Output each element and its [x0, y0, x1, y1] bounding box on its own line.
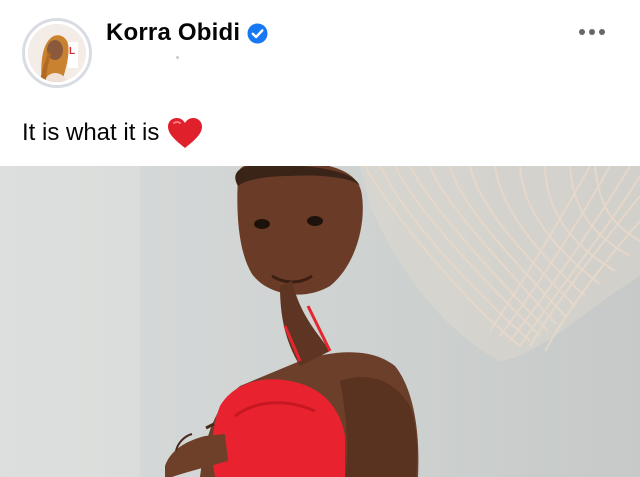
- red-heart-icon: [167, 117, 203, 149]
- svg-text:L: L: [69, 46, 75, 57]
- avatar-image: L: [28, 24, 86, 82]
- post-caption: It is what it is: [22, 119, 160, 146]
- post-video[interactable]: [0, 166, 640, 477]
- author-row: Korra Obidi: [106, 19, 268, 47]
- post-header: L Korra Obidi: [0, 0, 640, 100]
- author-avatar[interactable]: L: [22, 18, 92, 88]
- meta-separator: [176, 56, 179, 59]
- post-text: It is what it is: [22, 117, 203, 149]
- more-options-icon[interactable]: [570, 18, 614, 46]
- verified-badge-icon: [247, 23, 268, 44]
- author-name[interactable]: Korra Obidi: [106, 19, 240, 47]
